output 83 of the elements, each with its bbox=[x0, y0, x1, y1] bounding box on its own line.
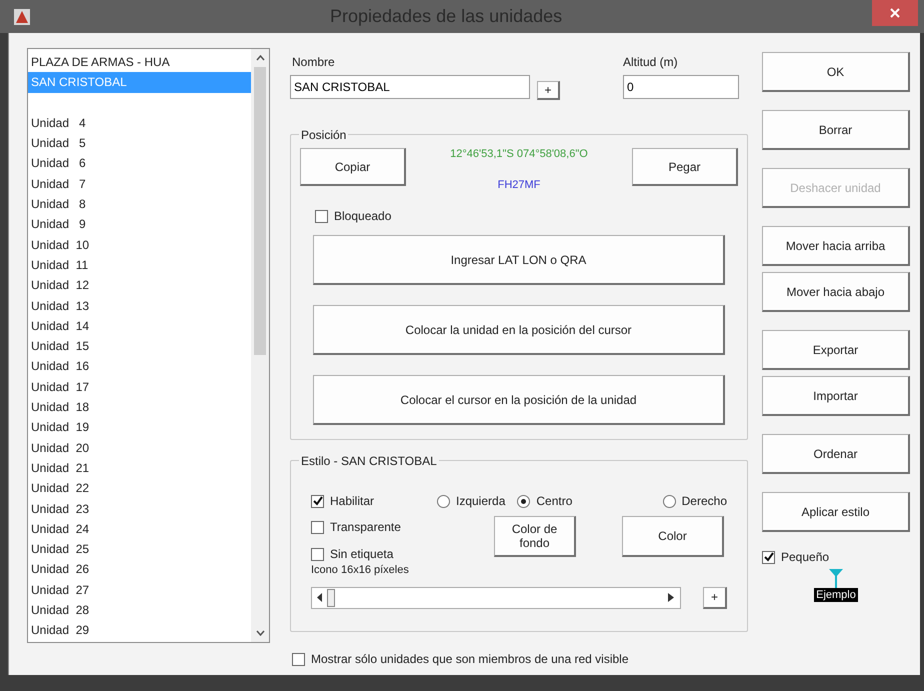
radio-label: Centro bbox=[536, 493, 572, 510]
list-item[interactable]: Unidad 4 bbox=[28, 112, 251, 134]
scroll-thumb[interactable] bbox=[254, 67, 266, 355]
list-item[interactable]: PLAZA DE ARMAS - HUA bbox=[28, 52, 251, 72]
list-item[interactable]: Unidad 26 bbox=[28, 559, 251, 580]
list-item[interactable]: Unidad 16 bbox=[28, 356, 251, 377]
radio-button[interactable] bbox=[662, 494, 676, 508]
radio-button[interactable] bbox=[437, 494, 450, 508]
dialog-button[interactable]: Exportar bbox=[762, 330, 910, 370]
dialog-button[interactable]: Importar bbox=[762, 376, 910, 416]
action-button[interactable]: Ingresar LAT LON o QRA bbox=[313, 235, 725, 285]
list-item[interactable]: Unidad 23 bbox=[28, 498, 251, 519]
list-item[interactable]: Unidad 24 bbox=[28, 518, 251, 540]
altitude-label: Altitud (m) bbox=[623, 54, 679, 71]
list-item[interactable]: Unidad 6 bbox=[28, 153, 251, 174]
list-item[interactable]: Unidad 22 bbox=[28, 478, 251, 499]
checkbox-label: Pequeño bbox=[781, 549, 830, 566]
dialog-button[interactable]: Mover hacia abajo bbox=[762, 272, 910, 312]
list-item[interactable]: Unidad 8 bbox=[28, 194, 251, 214]
antenna-icon bbox=[828, 568, 844, 588]
action-button[interactable]: Colocar la unidad en la posición del cursor bbox=[313, 305, 725, 355]
dialog-button[interactable]: Mover hacia arriba bbox=[762, 226, 910, 266]
checkbox-label: Habilitar bbox=[330, 493, 374, 510]
checkbox-label: Transparente bbox=[330, 519, 401, 536]
name-field[interactable]: SAN CRISTOBAL bbox=[290, 75, 530, 99]
list-item[interactable]: Unidad 11 bbox=[28, 254, 251, 276]
list-item[interactable]: Unidad 18 bbox=[28, 397, 251, 418]
list-item[interactable]: Unidad 21 bbox=[28, 458, 251, 478]
list-item[interactable]: Unidad 13 bbox=[28, 296, 251, 316]
name-label: Nombre bbox=[292, 54, 336, 71]
list-item[interactable]: Unidad 27 bbox=[28, 580, 251, 600]
add-button[interactable]: + bbox=[703, 586, 727, 608]
list-item[interactable]: Unidad 10 bbox=[28, 234, 251, 255]
list-item[interactable]: Unidad 20 bbox=[28, 438, 251, 458]
list-item[interactable]: Unidad 5 bbox=[28, 133, 251, 154]
color-button[interactable]: Color bbox=[622, 516, 724, 557]
list-item[interactable]: Unidad 9 bbox=[28, 214, 251, 235]
background-color-button[interactable]: Color de fondo bbox=[494, 516, 576, 557]
checkbox-label: Mostrar sólo unidades que son miembros de una red visible bbox=[311, 651, 629, 668]
checkbox-label: Sin etiqueta bbox=[330, 546, 394, 563]
dialog-button[interactable]: Borrar bbox=[762, 110, 910, 150]
altitude-field[interactable]: 0 bbox=[623, 75, 739, 99]
scroll-left-icon[interactable] bbox=[317, 593, 323, 602]
preview-label: Ejemplo bbox=[814, 588, 858, 602]
list-item[interactable]: Unidad 14 bbox=[28, 316, 251, 336]
list-item[interactable]: Unidad 29 bbox=[28, 620, 251, 641]
scrollbar[interactable] bbox=[251, 49, 269, 642]
dialog-button[interactable]: Ordenar bbox=[762, 434, 910, 474]
dialog-button[interactable]: OK bbox=[762, 52, 910, 92]
coordinates-text: 12°46'53,1"S 074°58'08,6"O bbox=[450, 147, 588, 162]
list-item[interactable]: Unidad 15 bbox=[28, 336, 251, 356]
paste-button[interactable]: Pegar bbox=[632, 148, 738, 186]
checkbox[interactable] bbox=[311, 548, 324, 560]
checkbox[interactable] bbox=[311, 494, 324, 508]
copy-button[interactable]: Copiar bbox=[300, 148, 406, 186]
list-item[interactable]: Unidad 7 bbox=[28, 174, 251, 194]
action-button[interactable]: Colocar el cursor en la posición de la unidad bbox=[313, 375, 725, 425]
icon-size-slider[interactable] bbox=[311, 586, 681, 608]
checkbox[interactable] bbox=[315, 210, 328, 222]
close-button[interactable] bbox=[872, 0, 918, 26]
close-icon bbox=[890, 8, 900, 18]
scroll-down-icon[interactable] bbox=[256, 630, 264, 636]
list-item[interactable]: Unidad 12 bbox=[28, 275, 251, 296]
radio-label: Derecho bbox=[682, 493, 727, 510]
slider-thumb[interactable] bbox=[327, 588, 335, 606]
checkbox[interactable] bbox=[311, 520, 324, 534]
icon-size-label: Icono 16x16 píxeles bbox=[311, 563, 410, 578]
radio-button[interactable] bbox=[517, 494, 530, 508]
list-item[interactable]: Unidad 17 bbox=[28, 376, 251, 398]
scroll-right-icon[interactable] bbox=[668, 593, 674, 602]
app-icon bbox=[12, 6, 32, 26]
checkbox[interactable] bbox=[762, 550, 775, 564]
radio-label: Izquierda bbox=[456, 493, 506, 510]
list-item[interactable]: Unidad 25 bbox=[28, 539, 251, 560]
dialog-button[interactable]: Aplicar estilo bbox=[762, 492, 910, 532]
locator-text: FH27MF bbox=[498, 178, 540, 192]
unit-list[interactable] bbox=[27, 48, 270, 643]
checkbox[interactable] bbox=[292, 652, 305, 666]
add-button[interactable]: + bbox=[537, 81, 560, 100]
list-item[interactable]: Unidad 28 bbox=[28, 600, 251, 620]
list-item[interactable]: Unidad 19 bbox=[28, 417, 251, 438]
scroll-up-icon[interactable] bbox=[256, 55, 264, 61]
checkbox-label: Bloqueado bbox=[334, 208, 392, 225]
